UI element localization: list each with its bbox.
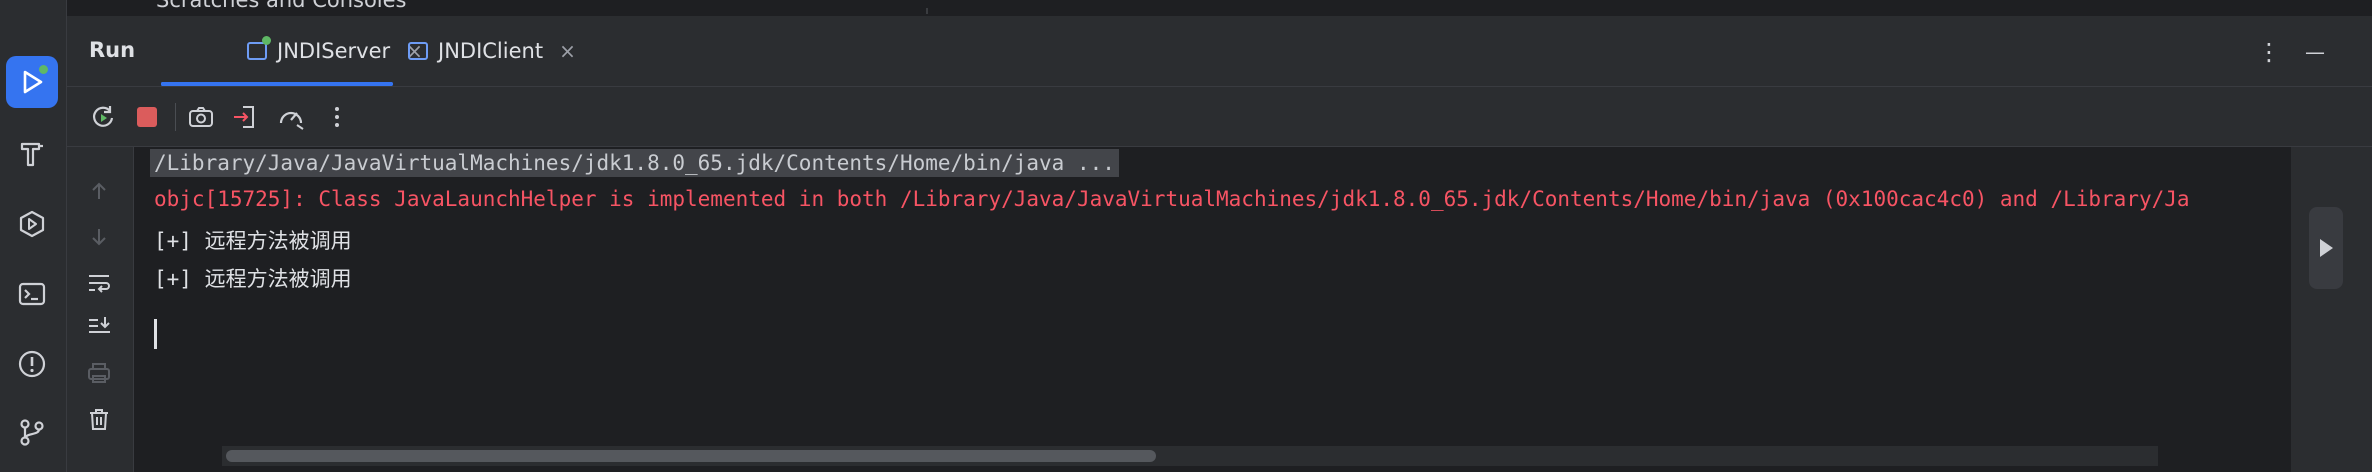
terminal-tool-button[interactable] [6,268,58,320]
tool-window-stripe [0,0,67,472]
close-icon[interactable]: × [559,39,576,63]
console-gutter [67,147,134,472]
screenshot-icon [189,107,213,127]
project-tree-fragment: Scratches and Consoles [66,0,2372,16]
running-indicator [37,63,50,76]
build-tool-button[interactable] [6,128,58,180]
expand-panel-button[interactable] [2309,207,2343,289]
error-line: objc[15725]: Class JavaLaunchHelper is i… [154,187,2190,211]
git-icon [20,419,44,446]
console-right-rail [2291,147,2372,472]
console-icon [247,36,271,60]
scroll-to-end-icon [89,317,110,333]
build-icon [20,142,43,167]
run-toolbar [67,87,2372,147]
more-options-icon[interactable]: ⋮ [2257,38,2281,66]
output-line: [+] 远程方法被调用 [154,267,352,291]
scroll-to-end-button[interactable] [85,313,113,341]
stop-button[interactable] [133,103,161,131]
tab-label: JNDIServer [277,39,391,63]
print-button[interactable] [85,359,113,387]
tab-jndiclient[interactable]: JNDIClient × [408,16,576,86]
output-line: [+] 远程方法被调用 [154,229,352,253]
more-actions-button[interactable] [323,103,351,131]
git-tool-button[interactable] [6,406,58,458]
clear-all-button[interactable] [85,405,113,433]
command-line[interactable]: /Library/Java/JavaVirtualMachines/jdk1.8… [150,149,1119,177]
tree-divider [926,8,928,14]
rerun-icon [92,106,114,127]
trash-icon [90,409,108,430]
profiler-button[interactable] [277,103,305,131]
play-right-icon [2320,239,2333,257]
minimize-icon[interactable]: — [2305,40,2325,64]
more-icon [335,107,339,127]
console-output[interactable]: /Library/Java/JavaVirtualMachines/jdk1.8… [134,147,2291,472]
arrow-up-icon [92,182,106,199]
prev-occurrence-button[interactable] [85,177,113,205]
print-icon [88,363,110,383]
arrow-down-icon [92,229,106,246]
horizontal-scrollbar[interactable] [222,446,2158,466]
problems-icon [18,350,46,378]
console-icon [408,42,428,60]
services-tool-button[interactable] [6,198,58,250]
screenshot-button[interactable] [187,103,215,131]
attach-button[interactable] [231,103,259,131]
soft-wrap-button[interactable] [85,269,113,297]
run-tool-window: Run JNDIServer × JNDIClient × ⋮ — /Libra… [67,16,2372,472]
tab-label: JNDIClient [438,39,544,63]
text-caret [154,319,157,349]
speedometer-icon [279,111,304,130]
tab-jndiserver-inner[interactable]: JNDIServer × [161,16,423,86]
running-indicator [262,36,271,45]
next-occurrence-button[interactable] [85,223,113,251]
login-icon [234,106,254,128]
toolbar-separator [175,103,176,131]
stop-icon [137,107,157,127]
terminal-icon [18,282,46,306]
services-icon [19,210,45,238]
scrollbar-thumb[interactable] [226,450,1156,462]
run-tool-button[interactable] [6,56,58,108]
tool-window-title: Run [89,38,136,62]
rerun-button[interactable] [89,103,117,131]
scratches-and-consoles-item: Scratches and Consoles [156,0,407,12]
soft-wrap-icon [89,275,110,293]
problems-tool-button[interactable] [6,338,58,390]
